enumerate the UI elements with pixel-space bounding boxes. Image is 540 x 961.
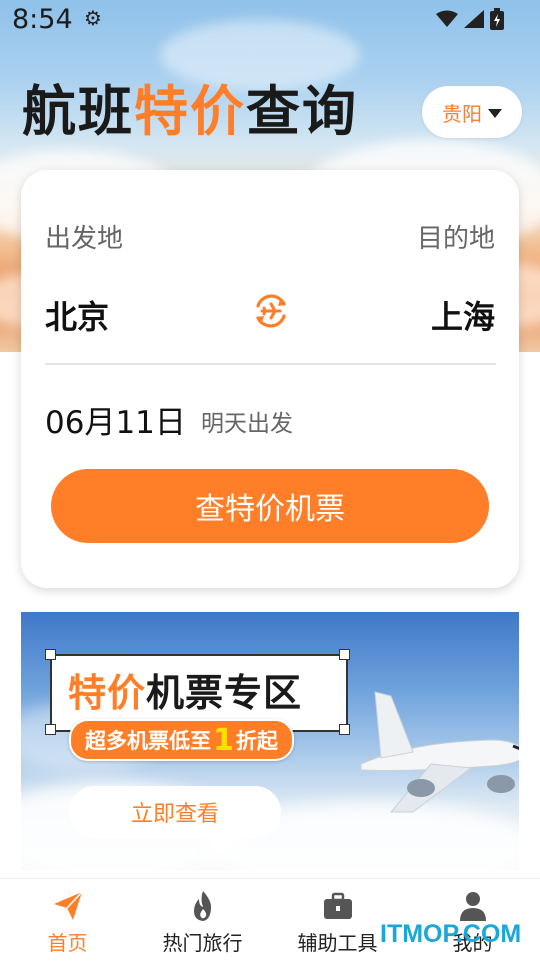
page-title-part1: 航班	[22, 80, 134, 143]
user-icon	[459, 892, 486, 921]
city-selector-label: 贵阳	[442, 101, 482, 126]
departure-date-hint: 明天出发	[201, 411, 293, 437]
departure-label: 出发地	[45, 224, 124, 254]
nav-label-hot-travel: 热门旅行	[162, 931, 243, 955]
promo-title-highlight: 特价	[68, 671, 147, 715]
selection-handle	[339, 724, 350, 735]
flight-search-card: 出发地 目的地 北京 上海 06月11日 明天出发 查特价机票	[21, 170, 519, 588]
promo-discount-pill: 超多机票低至 1 折起	[69, 719, 294, 761]
settings-gear-icon: ⚙	[84, 6, 102, 30]
paper-plane-icon	[53, 891, 83, 920]
signal-icon	[464, 10, 484, 28]
destination-city[interactable]: 上海	[431, 292, 495, 338]
swap-cities-icon[interactable]	[250, 290, 292, 332]
city-selector-button[interactable]: 贵阳	[422, 86, 522, 138]
divider	[45, 363, 496, 365]
departure-date[interactable]: 06月11日	[45, 397, 186, 442]
battery-icon	[490, 8, 504, 30]
promo-title-main: 机票专区	[146, 671, 303, 715]
view-now-button[interactable]: 立即查看	[69, 786, 281, 838]
promo-banner[interactable]: 特价机票专区 超多机票低至 1 折起 立即查看	[21, 612, 519, 870]
status-bar: 8:54 ⚙	[0, 0, 540, 44]
search-cheap-tickets-button[interactable]: 查特价机票	[51, 469, 489, 543]
nav-label-tools: 辅助工具	[297, 931, 378, 955]
site-watermark: ITMOP.COM	[380, 920, 522, 948]
promo-title: 特价机票专区	[68, 662, 302, 717]
airplane-image	[360, 691, 519, 813]
promo-pill-prefix: 超多机票低至	[85, 729, 211, 753]
promo-pill-suffix: 折起	[235, 729, 278, 753]
briefcase-icon	[323, 892, 352, 919]
selection-handle	[45, 649, 56, 660]
selection-handle	[45, 724, 56, 735]
flame-icon	[193, 891, 211, 921]
promo-pill-number: 1	[213, 722, 234, 758]
status-time: 8:54	[12, 4, 73, 35]
wifi-icon	[436, 10, 458, 27]
page-title-part2: 特价	[134, 80, 246, 143]
nav-item-home[interactable]: 首页	[0, 879, 135, 961]
departure-city[interactable]: 北京	[45, 292, 109, 338]
nav-item-hot-travel[interactable]: 热门旅行	[135, 879, 270, 961]
selection-handle	[339, 649, 350, 660]
page-title-part3: 查询	[246, 80, 358, 143]
page-title: 航班特价查询	[22, 80, 358, 144]
status-icons	[436, 8, 504, 30]
caret-down-icon	[488, 108, 502, 118]
destination-label: 目的地	[416, 224, 495, 254]
nav-label-home: 首页	[47, 931, 88, 955]
